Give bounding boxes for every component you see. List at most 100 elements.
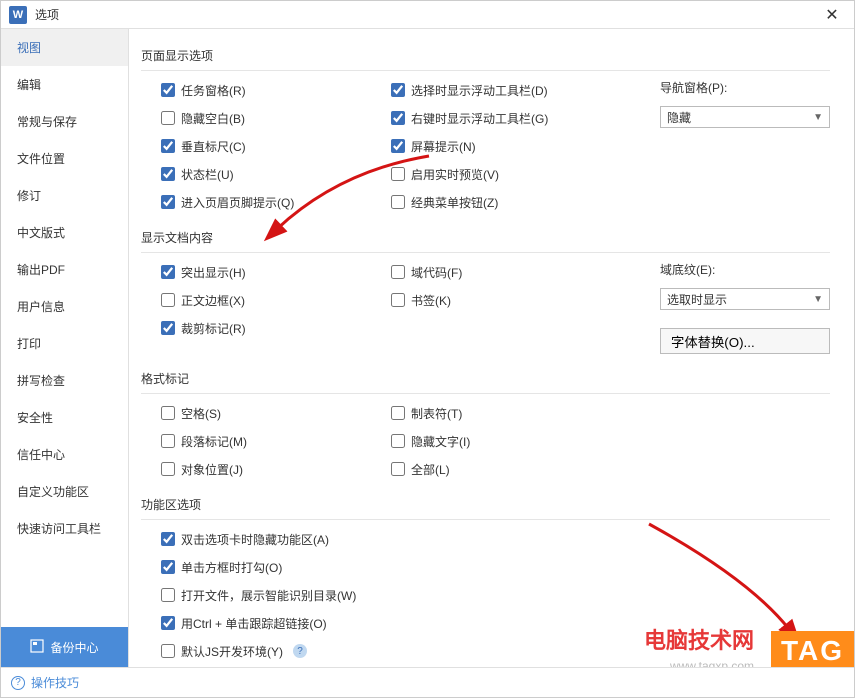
checkbox-option[interactable]: 裁剪标记(R) — [161, 317, 391, 339]
checkbox[interactable] — [161, 616, 175, 630]
checkbox[interactable] — [161, 588, 175, 602]
checkbox[interactable] — [161, 83, 175, 97]
font-substitution-button[interactable]: 字体替换(O)... — [660, 328, 830, 354]
sidebar-items: 视图编辑常规与保存文件位置修订中文版式输出PDF用户信息打印拼写检查安全性信任中… — [1, 29, 128, 627]
checkbox[interactable] — [391, 406, 405, 420]
checkbox-option[interactable]: 对象位置(J) — [161, 458, 391, 480]
tag-badge: TAG — [771, 631, 854, 667]
checkbox-option[interactable]: 双击选项卡时隐藏功能区(A) — [161, 528, 830, 550]
sidebar-item[interactable]: 视图 — [1, 29, 128, 66]
checkbox[interactable] — [391, 167, 405, 181]
checkbox-option[interactable]: 进入页眉页脚提示(Q) — [161, 191, 391, 213]
checkbox[interactable] — [391, 139, 405, 153]
options-dialog: W 选项 ✕ 视图编辑常规与保存文件位置修订中文版式输出PDF用户信息打印拼写检… — [0, 0, 855, 698]
checkbox-option[interactable]: 正文边框(X) — [161, 289, 391, 311]
checkbox-option[interactable]: 屏幕提示(N) — [391, 135, 660, 157]
checkbox[interactable] — [391, 434, 405, 448]
checkbox[interactable] — [391, 462, 405, 476]
checkbox-option[interactable]: 右键时显示浮动工具栏(G) — [391, 107, 660, 129]
sidebar-item[interactable]: 打印 — [1, 325, 128, 362]
sidebar-item[interactable]: 文件位置 — [1, 140, 128, 177]
sidebar-item[interactable]: 编辑 — [1, 66, 128, 103]
help-icon[interactable]: ? — [11, 676, 25, 690]
checkbox[interactable] — [161, 111, 175, 125]
chevron-down-icon: ▼ — [813, 294, 823, 305]
checkbox-label: 垂直标尺(C) — [181, 138, 246, 155]
checkbox-label: 单击方框时打勾(O) — [181, 559, 282, 576]
checkbox[interactable] — [161, 406, 175, 420]
checkbox-option[interactable]: 任务窗格(R) — [161, 79, 391, 101]
section-format-marks: 格式标记 空格(S)段落标记(M)对象位置(J) 制表符(T)隐藏文字(I)全部… — [141, 364, 830, 484]
nav-pane-select[interactable]: 隐藏 ▼ — [660, 106, 830, 128]
checkbox[interactable] — [161, 560, 175, 574]
sidebar-item[interactable]: 常规与保存 — [1, 103, 128, 140]
checkbox-option[interactable]: 隐藏空白(B) — [161, 107, 391, 129]
checkbox[interactable] — [391, 195, 405, 209]
nav-pane-label: 导航窗格(P): — [660, 79, 830, 96]
checkbox-option[interactable]: 打开文件，展示智能识别目录(W) — [161, 584, 830, 606]
checkbox-label: 用Ctrl + 单击跟踪超链接(O) — [181, 615, 327, 632]
checkbox-label: 书签(K) — [411, 292, 451, 309]
checkbox-option[interactable]: 选择时显示浮动工具栏(D) — [391, 79, 660, 101]
checkbox-label: 屏幕提示(N) — [411, 138, 476, 155]
checkbox-option[interactable]: 启用实时预览(V) — [391, 163, 660, 185]
checkbox-label: 双击选项卡时隐藏功能区(A) — [181, 531, 329, 548]
sidebar-item[interactable]: 安全性 — [1, 399, 128, 436]
checkbox-option[interactable]: 书签(K) — [391, 289, 660, 311]
checkbox[interactable] — [161, 195, 175, 209]
tips-link[interactable]: 操作技巧 — [31, 674, 79, 691]
sidebar-item[interactable]: 快速访问工具栏 — [1, 510, 128, 547]
checkbox-option[interactable]: 隐藏文字(I) — [391, 430, 660, 452]
checkbox-label: 进入页眉页脚提示(Q) — [181, 194, 294, 211]
checkbox-option[interactable]: 状态栏(U) — [161, 163, 391, 185]
chevron-down-icon: ▼ — [813, 112, 823, 123]
checkbox[interactable] — [161, 321, 175, 335]
backup-center-button[interactable]: 备份中心 — [1, 627, 128, 667]
sidebar-item[interactable]: 中文版式 — [1, 214, 128, 251]
checkbox-label: 经典菜单按钮(Z) — [411, 194, 498, 211]
field-shading-value: 选取时显示 — [667, 291, 727, 308]
checkbox-label: 启用实时预览(V) — [411, 166, 499, 183]
checkbox-option[interactable]: 经典菜单按钮(Z) — [391, 191, 660, 213]
checkbox-label: 状态栏(U) — [181, 166, 234, 183]
checkbox-label: 正文边框(X) — [181, 292, 245, 309]
checkbox[interactable] — [161, 434, 175, 448]
sidebar-item[interactable]: 修订 — [1, 177, 128, 214]
section-page-display: 页面显示选项 任务窗格(R) 隐藏空白(B) 垂直标尺(C) 状态栏(U) 进入页眉页脚… — [141, 41, 830, 217]
checkbox-label: 右键时显示浮动工具栏(G) — [411, 110, 548, 127]
sidebar-item[interactable]: 输出PDF — [1, 251, 128, 288]
section-doc-content: 显示文档内容 突出显示(H)正文边框(X)裁剪标记(R) 域代码(F)书签(K)… — [141, 223, 830, 358]
checkbox[interactable] — [391, 293, 405, 307]
checkbox-option[interactable]: 全部(L) — [391, 458, 660, 480]
checkbox-option[interactable]: 垂直标尺(C) — [161, 135, 391, 157]
nav-pane-value: 隐藏 — [667, 109, 691, 126]
checkbox[interactable] — [161, 265, 175, 279]
checkbox[interactable] — [161, 462, 175, 476]
checkbox-option[interactable]: 空格(S) — [161, 402, 391, 424]
checkbox[interactable] — [391, 265, 405, 279]
close-button[interactable]: ✕ — [818, 1, 846, 29]
checkbox-option[interactable]: 域代码(F) — [391, 261, 660, 283]
sidebar-item[interactable]: 拼写检查 — [1, 362, 128, 399]
sidebar-item[interactable]: 自定义功能区 — [1, 473, 128, 510]
checkbox-option[interactable]: 段落标记(M) — [161, 430, 391, 452]
checkbox-label: 隐藏空白(B) — [181, 110, 245, 127]
checkbox-option[interactable]: 单击方框时打勾(O) — [161, 556, 830, 578]
checkbox-option[interactable]: 突出显示(H) — [161, 261, 391, 283]
checkbox[interactable] — [391, 111, 405, 125]
field-shading-select[interactable]: 选取时显示 ▼ — [660, 288, 830, 310]
checkbox[interactable] — [391, 83, 405, 97]
checkbox[interactable] — [161, 139, 175, 153]
sidebar-item[interactable]: 用户信息 — [1, 288, 128, 325]
checkbox-option[interactable]: 制表符(T) — [391, 402, 660, 424]
checkbox[interactable] — [161, 293, 175, 307]
checkbox-label: 裁剪标记(R) — [181, 320, 246, 337]
section-title: 页面显示选项 — [141, 41, 830, 71]
checkbox[interactable] — [161, 167, 175, 181]
checkbox[interactable] — [161, 532, 175, 546]
sidebar-item[interactable]: 信任中心 — [1, 436, 128, 473]
field-shading-label: 域底纹(E): — [660, 261, 830, 278]
checkbox[interactable] — [161, 644, 175, 658]
info-icon[interactable]: ? — [293, 644, 307, 658]
checkbox-label: 任务窗格(R) — [181, 82, 246, 99]
